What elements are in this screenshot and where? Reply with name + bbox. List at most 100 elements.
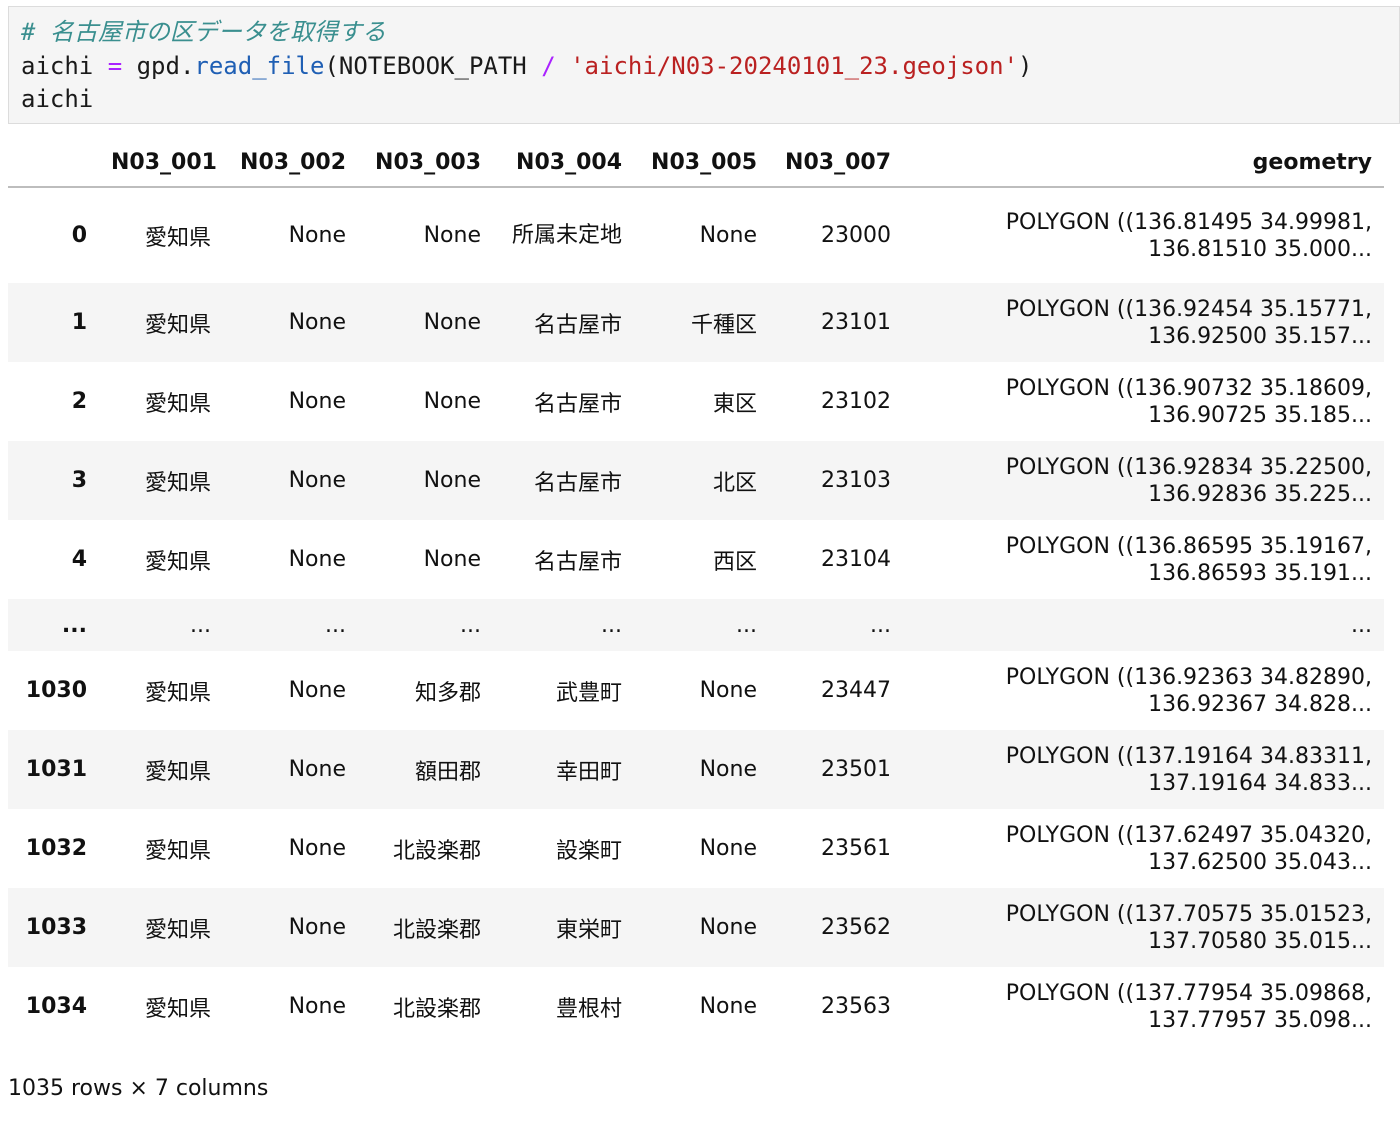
code-assign-op: = bbox=[107, 52, 123, 80]
header-row: N03_001 N03_002 N03_003 N03_004 N03_005 … bbox=[8, 138, 1384, 188]
header-n03-001: N03_001 bbox=[99, 138, 223, 188]
table-row: 1 愛知県 None None 名古屋市 千種区 23101 POLYGON (… bbox=[8, 283, 1384, 362]
cell-n03-007: 23101 bbox=[821, 310, 891, 335]
cell-n03-007: 23103 bbox=[821, 468, 891, 493]
cell-geometry: POLYGON ((136.81495 34.99981, 136.81510 3… bbox=[903, 187, 1384, 283]
cell-geometry: POLYGON ((137.70575 35.01523, 137.70580 3… bbox=[903, 888, 1384, 967]
geometry-line-2: 136.86593 35.191... bbox=[1148, 560, 1372, 586]
header-n03-007: N03_007 bbox=[769, 138, 903, 188]
header-geometry: geometry bbox=[903, 138, 1384, 188]
geometry-line-1: POLYGON ((136.92363 34.82890, bbox=[1005, 664, 1372, 690]
cell-n03-004: 武豊町 bbox=[555, 680, 622, 706]
cell-n03-003: None bbox=[423, 468, 481, 493]
cell-n03-003: 知多郡 bbox=[414, 680, 481, 706]
cell-n03-007: 23104 bbox=[821, 547, 891, 572]
row-index: 4 bbox=[71, 547, 87, 572]
code-string: 'aichi/N03-20240101_23.geojson' bbox=[555, 52, 1019, 80]
table-row: 1032 愛知県 None 北設楽郡 設楽町 None 23561 POLYGO… bbox=[8, 809, 1384, 888]
table-row: 1031 愛知県 None 額田郡 幸田町 None 23501 POLYGON… bbox=[8, 730, 1384, 809]
cell-n03-004: 東栄町 bbox=[555, 917, 622, 943]
cell-n03-005: None bbox=[699, 223, 757, 248]
cell-n03-002: None bbox=[288, 310, 346, 335]
table-row-ellipsis: ... ... ... ... ... ... ... ... bbox=[8, 599, 1384, 651]
table-row: 1034 愛知県 None 北設楽郡 豊根村 None 23563 POLYGO… bbox=[8, 967, 1384, 1046]
geometry-line-2: 136.92836 35.225... bbox=[1148, 481, 1372, 507]
dataframe-shape-summary: 1035 rows × 7 columns bbox=[8, 1076, 269, 1101]
table-row: 4 愛知県 None None 名古屋市 西区 23104 POLYGON ((… bbox=[8, 520, 1384, 599]
row-index: 1033 bbox=[25, 915, 87, 940]
code-line-read-file: aichi = gpd.read_file(NOTEBOOK_PATH / 'a… bbox=[21, 50, 1032, 82]
geometry-line-1: POLYGON ((137.77954 35.09868, bbox=[1005, 980, 1372, 1006]
table-row: 3 愛知県 None None 名古屋市 北区 23103 POLYGON ((… bbox=[8, 441, 1384, 520]
cell-n03-004: 名古屋市 bbox=[533, 549, 622, 575]
geometry-line-1: POLYGON ((136.92834 35.22500, bbox=[1005, 454, 1372, 480]
cell-n03-001: 愛知県 bbox=[144, 312, 211, 338]
cell-n03-002: None bbox=[288, 757, 346, 782]
row-index: 1 bbox=[71, 310, 87, 335]
cell-n03-001: ... bbox=[190, 612, 211, 638]
cell-n03-004: 所属未定地 bbox=[511, 222, 622, 248]
cell-n03-001: 愛知県 bbox=[144, 470, 211, 496]
cell-n03-003: None bbox=[423, 310, 481, 335]
row-index: 3 bbox=[71, 468, 87, 493]
cell-n03-007: 23561 bbox=[821, 836, 891, 861]
row-index: ... bbox=[61, 612, 87, 638]
cell-n03-007: 23562 bbox=[821, 915, 891, 940]
cell-n03-005: None bbox=[699, 836, 757, 861]
geometry-line-2: 136.81510 35.000... bbox=[1148, 236, 1372, 262]
cell-geometry: POLYGON ((136.90732 35.18609, 136.90725 3… bbox=[903, 362, 1384, 441]
code-line-output-var: aichi bbox=[21, 85, 94, 113]
cell-n03-004: 名古屋市 bbox=[533, 312, 622, 338]
table-row: 1030 愛知県 None 知多郡 武豊町 None 23447 POLYGON… bbox=[8, 651, 1384, 730]
cell-n03-007: 23501 bbox=[821, 757, 891, 782]
geometry-line-1: POLYGON ((136.92454 35.15771, bbox=[1005, 296, 1372, 322]
row-index: 1032 bbox=[25, 836, 87, 861]
code-args-close: ) bbox=[1018, 52, 1033, 80]
cell-n03-004: 名古屋市 bbox=[533, 470, 622, 496]
table-header: N03_001 N03_002 N03_003 N03_004 N03_005 … bbox=[8, 138, 1384, 188]
geometry-line-1: POLYGON ((137.70575 35.01523, bbox=[1005, 901, 1372, 927]
code-cell[interactable]: # 名古屋市の区データを取得する aichi = gpd.read_file(N… bbox=[8, 6, 1400, 124]
cell-n03-002: None bbox=[288, 468, 346, 493]
cell-n03-005: 東区 bbox=[712, 391, 757, 417]
row-index: 1031 bbox=[25, 757, 87, 782]
geometry-line-1: POLYGON ((136.90732 35.18609, bbox=[1005, 375, 1372, 401]
header-n03-002: N03_002 bbox=[223, 138, 358, 188]
header-n03-005: N03_005 bbox=[634, 138, 769, 188]
cell-n03-004: ... bbox=[601, 612, 622, 638]
cell-geometry: POLYGON ((137.62497 35.04320, 137.62500 3… bbox=[903, 809, 1384, 888]
geometry-line-1: POLYGON ((136.86595 35.19167, bbox=[1005, 533, 1372, 559]
dataframe-table: N03_001 N03_002 N03_003 N03_004 N03_005 … bbox=[8, 138, 1384, 1046]
cell-n03-003: None bbox=[423, 547, 481, 572]
cell-n03-005: ... bbox=[736, 612, 757, 638]
code-module: gpd. bbox=[136, 52, 195, 80]
cell-n03-005: None bbox=[699, 915, 757, 940]
header-index bbox=[8, 138, 99, 188]
cell-n03-001: 愛知県 bbox=[144, 225, 211, 251]
cell-n03-007: 23447 bbox=[821, 678, 891, 703]
geometry-line-2: 136.90725 35.185... bbox=[1148, 402, 1372, 428]
cell-n03-002: None bbox=[288, 389, 346, 414]
row-index: 0 bbox=[71, 223, 87, 248]
cell-n03-004: 設楽町 bbox=[555, 838, 622, 864]
cell-geometry: POLYGON ((136.92834 35.22500, 136.92836 3… bbox=[903, 441, 1384, 520]
geometry-line-2: 136.92367 34.828... bbox=[1148, 691, 1372, 717]
cell-n03-001: 愛知県 bbox=[144, 996, 211, 1022]
cell-n03-003: None bbox=[423, 223, 481, 248]
geometry-line-2: 136.92500 35.157... bbox=[1148, 323, 1372, 349]
geometry-line-2: 137.70580 35.015... bbox=[1148, 928, 1372, 954]
geometry-line-2: 137.77957 35.098... bbox=[1148, 1007, 1372, 1033]
header-n03-003: N03_003 bbox=[358, 138, 493, 188]
cell-n03-001: 愛知県 bbox=[144, 759, 211, 785]
geometry-line-2: 137.19164 34.833... bbox=[1148, 770, 1372, 796]
geometry-line-1: POLYGON ((137.62497 35.04320, bbox=[1005, 822, 1372, 848]
cell-n03-002: None bbox=[288, 836, 346, 861]
cell-n03-007: 23563 bbox=[821, 994, 891, 1019]
code-comment: # 名古屋市の区データを取得する bbox=[21, 18, 386, 46]
cell-n03-002: None bbox=[288, 223, 346, 248]
cell-n03-004: 名古屋市 bbox=[533, 391, 622, 417]
table-row: 1033 愛知県 None 北設楽郡 東栄町 None 23562 POLYGO… bbox=[8, 888, 1384, 967]
cell-n03-007: ... bbox=[870, 612, 891, 638]
header-n03-004: N03_004 bbox=[493, 138, 634, 188]
cell-n03-001: 愛知県 bbox=[144, 680, 211, 706]
